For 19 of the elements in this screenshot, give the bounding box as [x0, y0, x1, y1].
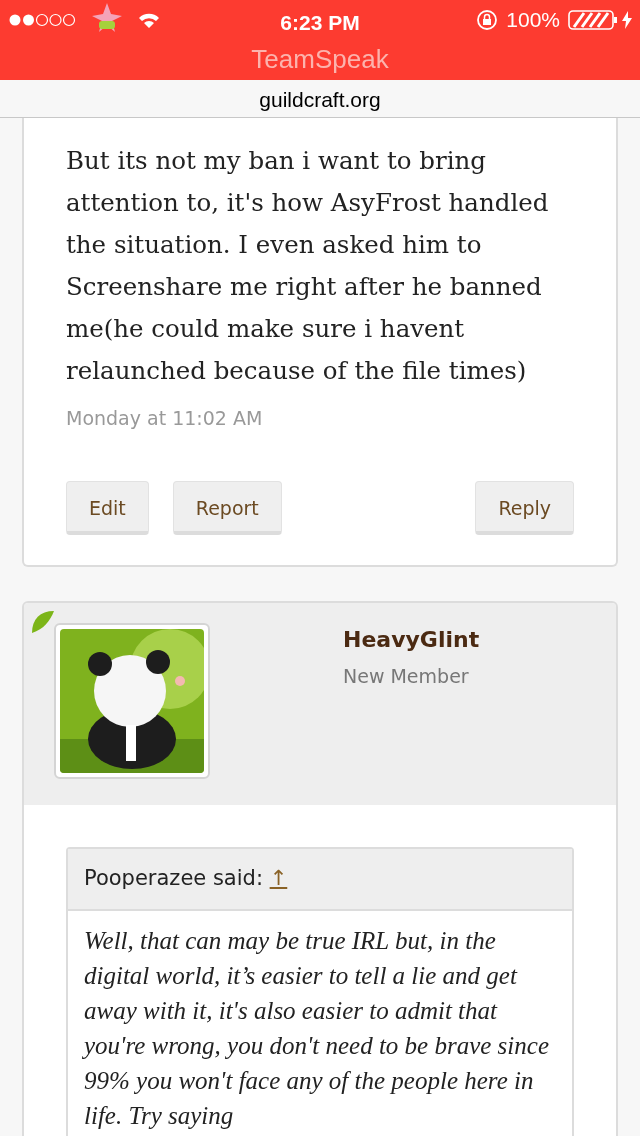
user-role: New Member: [343, 664, 470, 689]
jump-to-quote-link[interactable]: ↑: [269, 866, 288, 890]
reply-button[interactable]: Reply: [475, 480, 574, 535]
charging-icon: [622, 11, 632, 29]
time: 6:23 PM: [280, 10, 360, 36]
post-timestamp: Monday at 11:02 AM: [66, 406, 264, 431]
post-action-button[interactable]: Report: [172, 480, 282, 535]
leaf-icon: [32, 611, 54, 633]
quote-author: Pooperazee said:: [84, 866, 263, 890]
wifi-icon: [138, 12, 160, 28]
signal-icon: [8, 13, 76, 27]
battery-percent: 100%: [506, 7, 560, 34]
rotation-lock-icon: [476, 9, 499, 31]
username[interactable]: HeavyGlint: [343, 623, 480, 656]
app-title: TeamSpeak: [0, 40, 640, 80]
quote-text: Well, that can may be true IRL but, in the digital world, it’s easier to tell a lie and get away with it, it's also easier to admit that you're wrong, you don't need to be brave since 99% you won't face any of the people here in life. Try saying: [81, 925, 550, 1131]
post-text: But its not my ban i want to bring attention to, it's how AsyFrost handled the situation. I even asked him to Screenshare me right after he banned me(he could make sure i havent relaunched because of the file times): [66, 145, 550, 387]
post-action-button[interactable]: Edit: [66, 480, 149, 535]
battery-icon: [568, 9, 618, 31]
